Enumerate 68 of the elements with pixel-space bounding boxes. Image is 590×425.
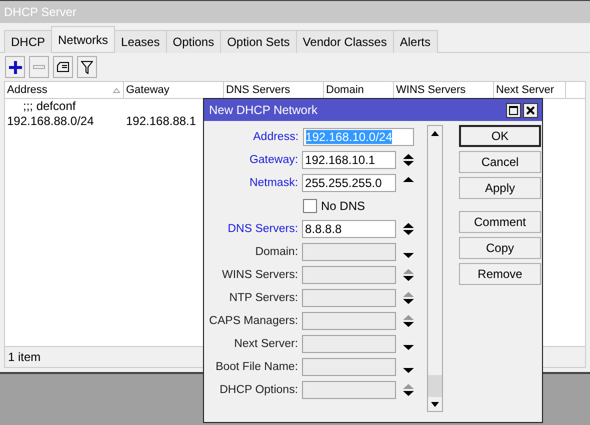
tab[interactable]: Vendor Classes [296, 30, 394, 53]
tab[interactable]: Alerts [392, 30, 438, 53]
tab[interactable]: Leases [114, 30, 167, 53]
column-label: DNS Servers [226, 84, 290, 96]
field-label: DHCP Options: [218, 384, 300, 396]
field-label: Gateway: [248, 154, 300, 166]
column-header[interactable]: Gateway [124, 82, 224, 98]
column-header[interactable]: Domain [324, 82, 394, 98]
field-label: CAPS Managers: [208, 314, 300, 326]
maximize-icon [509, 106, 518, 114]
column-header[interactable]: DNS Servers [224, 82, 324, 98]
column-header[interactable]: WINS Servers [394, 82, 494, 98]
input-field[interactable] [302, 334, 396, 352]
field-label: DNS Servers: [226, 222, 300, 234]
field-label: Domain: [254, 246, 300, 258]
toolbar-button[interactable] [53, 56, 73, 78]
dialog-button[interactable]: Apply [459, 177, 541, 199]
tab[interactable]: Option Sets [220, 30, 297, 53]
dialog-button[interactable]: OK [459, 125, 541, 147]
spin-arrows-icon[interactable] [403, 154, 414, 166]
dialog-button[interactable]: Cancel [459, 151, 541, 173]
table-cell-text: 192.168.88.0/24 [6, 114, 95, 128]
field-label: Netmask: [248, 176, 300, 188]
column-label: Domain [326, 84, 364, 96]
close-icon [526, 106, 535, 114]
input-field[interactable] [302, 380, 396, 398]
scroll-thumb[interactable] [428, 375, 442, 397]
column-header[interactable]: Address [5, 82, 124, 98]
scrollbar[interactable] [427, 125, 443, 412]
table-cell-text: 192.168.88.1 [125, 114, 198, 128]
checkbox-label: No DNS [321, 198, 366, 212]
maximize-button[interactable] [506, 102, 521, 118]
scroll-up-icon[interactable] [431, 130, 439, 136]
sort-icon [113, 88, 120, 92]
dialog-button[interactable]: Copy [459, 237, 541, 259]
column-label: Address [7, 84, 48, 96]
note-icon [57, 62, 69, 72]
toolbar-button[interactable] [77, 56, 97, 78]
dialog-title: New DHCP Network [209, 103, 318, 117]
column-label: WINS Servers [396, 84, 466, 96]
plus-icon [8, 60, 22, 74]
input-field[interactable]: 8.8.8.8 [302, 220, 396, 238]
dialog-button[interactable]: Comment [459, 211, 541, 233]
input-field[interactable] [302, 358, 396, 376]
field-label: NTP Servers: [228, 292, 300, 304]
filter-icon [81, 60, 93, 74]
column-label: Gateway [126, 84, 170, 96]
field-label: WINS Servers: [220, 268, 300, 280]
checkbox[interactable] [303, 198, 317, 212]
close-button[interactable] [523, 102, 538, 118]
minus-icon [33, 65, 45, 69]
input-field[interactable] [302, 288, 396, 306]
row-comment: ;;; defconf [23, 99, 76, 113]
column-header[interactable]: Next Server [494, 82, 566, 98]
input-field[interactable] [302, 242, 396, 260]
scroll-down-icon[interactable] [431, 402, 439, 406]
input-field[interactable]: 255.255.255.0 [302, 174, 396, 192]
input-field[interactable]: 192.168.10.1 [302, 150, 396, 168]
input-field[interactable] [302, 266, 396, 284]
dialog-button[interactable]: Remove [459, 263, 541, 285]
input-field[interactable] [302, 312, 396, 330]
tab[interactable]: DHCP [4, 30, 52, 53]
field-label: Address: [252, 130, 300, 142]
column-label: Next Server [496, 84, 554, 96]
field-label: Next Server: [233, 338, 300, 350]
spin-arrows-icon[interactable] [403, 222, 414, 234]
toolbar-button[interactable] [5, 56, 25, 78]
tab[interactable]: Options [166, 30, 222, 53]
